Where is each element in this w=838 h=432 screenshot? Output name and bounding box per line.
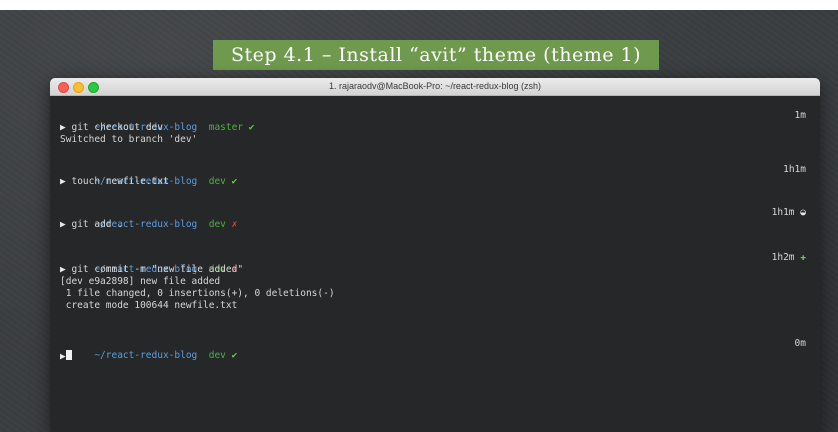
text-cursor[interactable] [65,350,72,360]
prompt-line: ~/react-redux-blog dev ✗ 1h2m ✚ [60,252,806,275]
command-line: ▶ git commit -m "new file added" [60,264,806,276]
prompt-timer: 0m [794,338,806,349]
command-line: ▶ git checkout dev [60,122,806,134]
prompt-timer: 1h1m [783,164,806,175]
prompt-timer: 1h1m ◒ [771,207,806,218]
command-text: touch newfile.txt [71,176,169,187]
slide-title: Step 4.1 – Install “avit” theme (theme 1… [213,40,659,70]
prompt-timer: 1h2m ✚ [771,252,806,263]
output-line: [dev e9a2898] new file added [60,276,221,287]
window-titlebar[interactable]: 1. rajaraodv@MacBook-Pro: ~/react-redux-… [50,78,820,96]
command-line: ▶ git add . [60,219,806,231]
command-input-line[interactable]: ▶ [60,350,806,362]
output-line: 1 file changed, 0 insertions(+), 0 delet… [60,288,335,299]
command-text: git add . [71,219,123,230]
slide-top-edge [0,0,838,10]
terminal-window[interactable]: 1. rajaraodv@MacBook-Pro: ~/react-redux-… [50,78,820,432]
prompt-line: ~/react-redux-blog dev ✔ 1h1m [60,164,806,187]
plus-indicator-icon: ✚ [800,252,806,263]
prompt-line: ~/react-redux-blog dev ✗ 1h1m ◒ [60,207,806,230]
window-title: 1. rajaraodv@MacBook-Pro: ~/react-redux-… [329,81,541,91]
prompt-arrow-icon: ▶ [60,176,66,187]
staged-indicator-icon: ◒ [800,207,806,218]
command-line: ▶ touch newfile.txt [60,176,806,188]
output-line: create mode 100644 newfile.txt [60,300,238,311]
prompt-arrow-icon: ▶ [60,264,66,275]
prompt-line: ~/react-redux-blog dev ✔ 0m [60,338,806,361]
terminal-body[interactable]: ~/react-redux-blog master ✔ 1m ▶ git che… [50,96,820,432]
command-text: git commit -m "new file added" [71,264,244,275]
prompt-line: ~/react-redux-blog master ✔ 1m [60,110,806,133]
prompt-timer: 1m [794,110,806,121]
command-text: git checkout dev [71,122,163,133]
output-line: Switched to branch 'dev' [60,134,198,145]
prompt-arrow-icon: ▶ [60,122,66,133]
prompt-arrow-icon: ▶ [60,219,66,230]
